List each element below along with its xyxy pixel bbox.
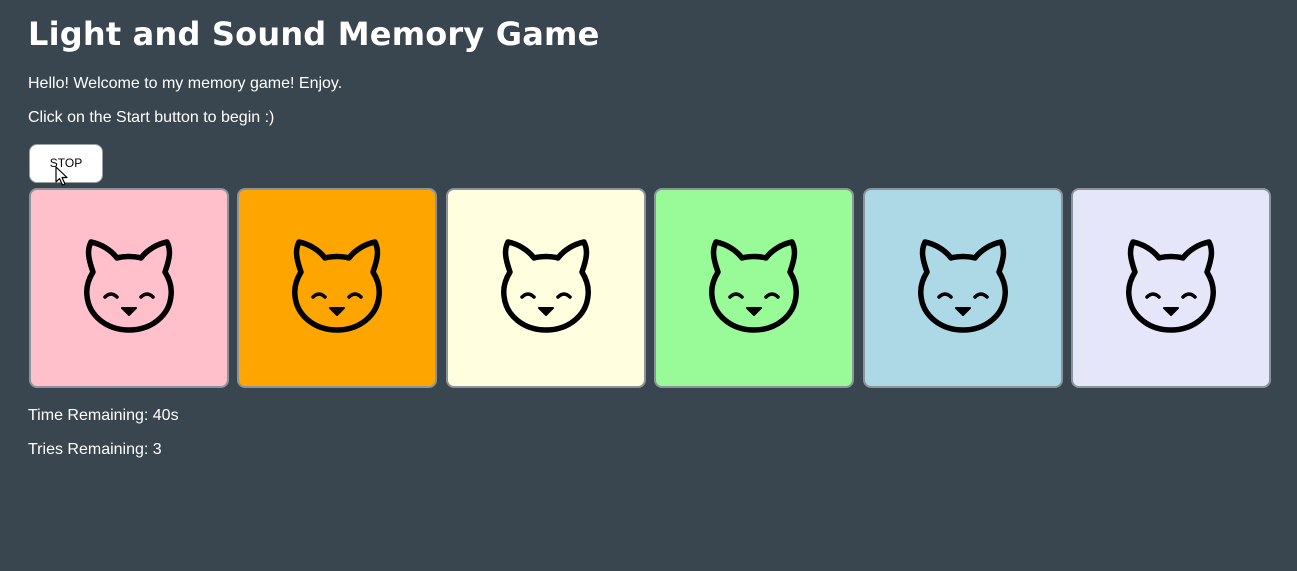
stop-button[interactable]: STOP (29, 144, 103, 183)
cat-face-icon (287, 238, 387, 338)
game-board (29, 188, 1272, 388)
game-card-1[interactable] (29, 188, 229, 388)
game-card-6[interactable] (1071, 188, 1271, 388)
instruction-text: Click on the Start button to begin :) (28, 109, 275, 126)
welcome-text: Hello! Welcome to my memory game! Enjoy. (28, 75, 343, 92)
game-card-2[interactable] (237, 188, 437, 388)
time-remaining: Time Remaining: 40s (28, 407, 179, 424)
cat-face-icon (704, 238, 804, 338)
game-card-3[interactable] (446, 188, 646, 388)
page-title: Light and Sound Memory Game (28, 15, 600, 53)
game-card-5[interactable] (863, 188, 1063, 388)
tries-remaining: Tries Remaining: 3 (28, 441, 162, 458)
game-card-4[interactable] (654, 188, 854, 388)
cat-face-icon (496, 238, 596, 338)
cat-face-icon (913, 238, 1013, 338)
cat-face-icon (79, 238, 179, 338)
cat-face-icon (1121, 238, 1221, 338)
